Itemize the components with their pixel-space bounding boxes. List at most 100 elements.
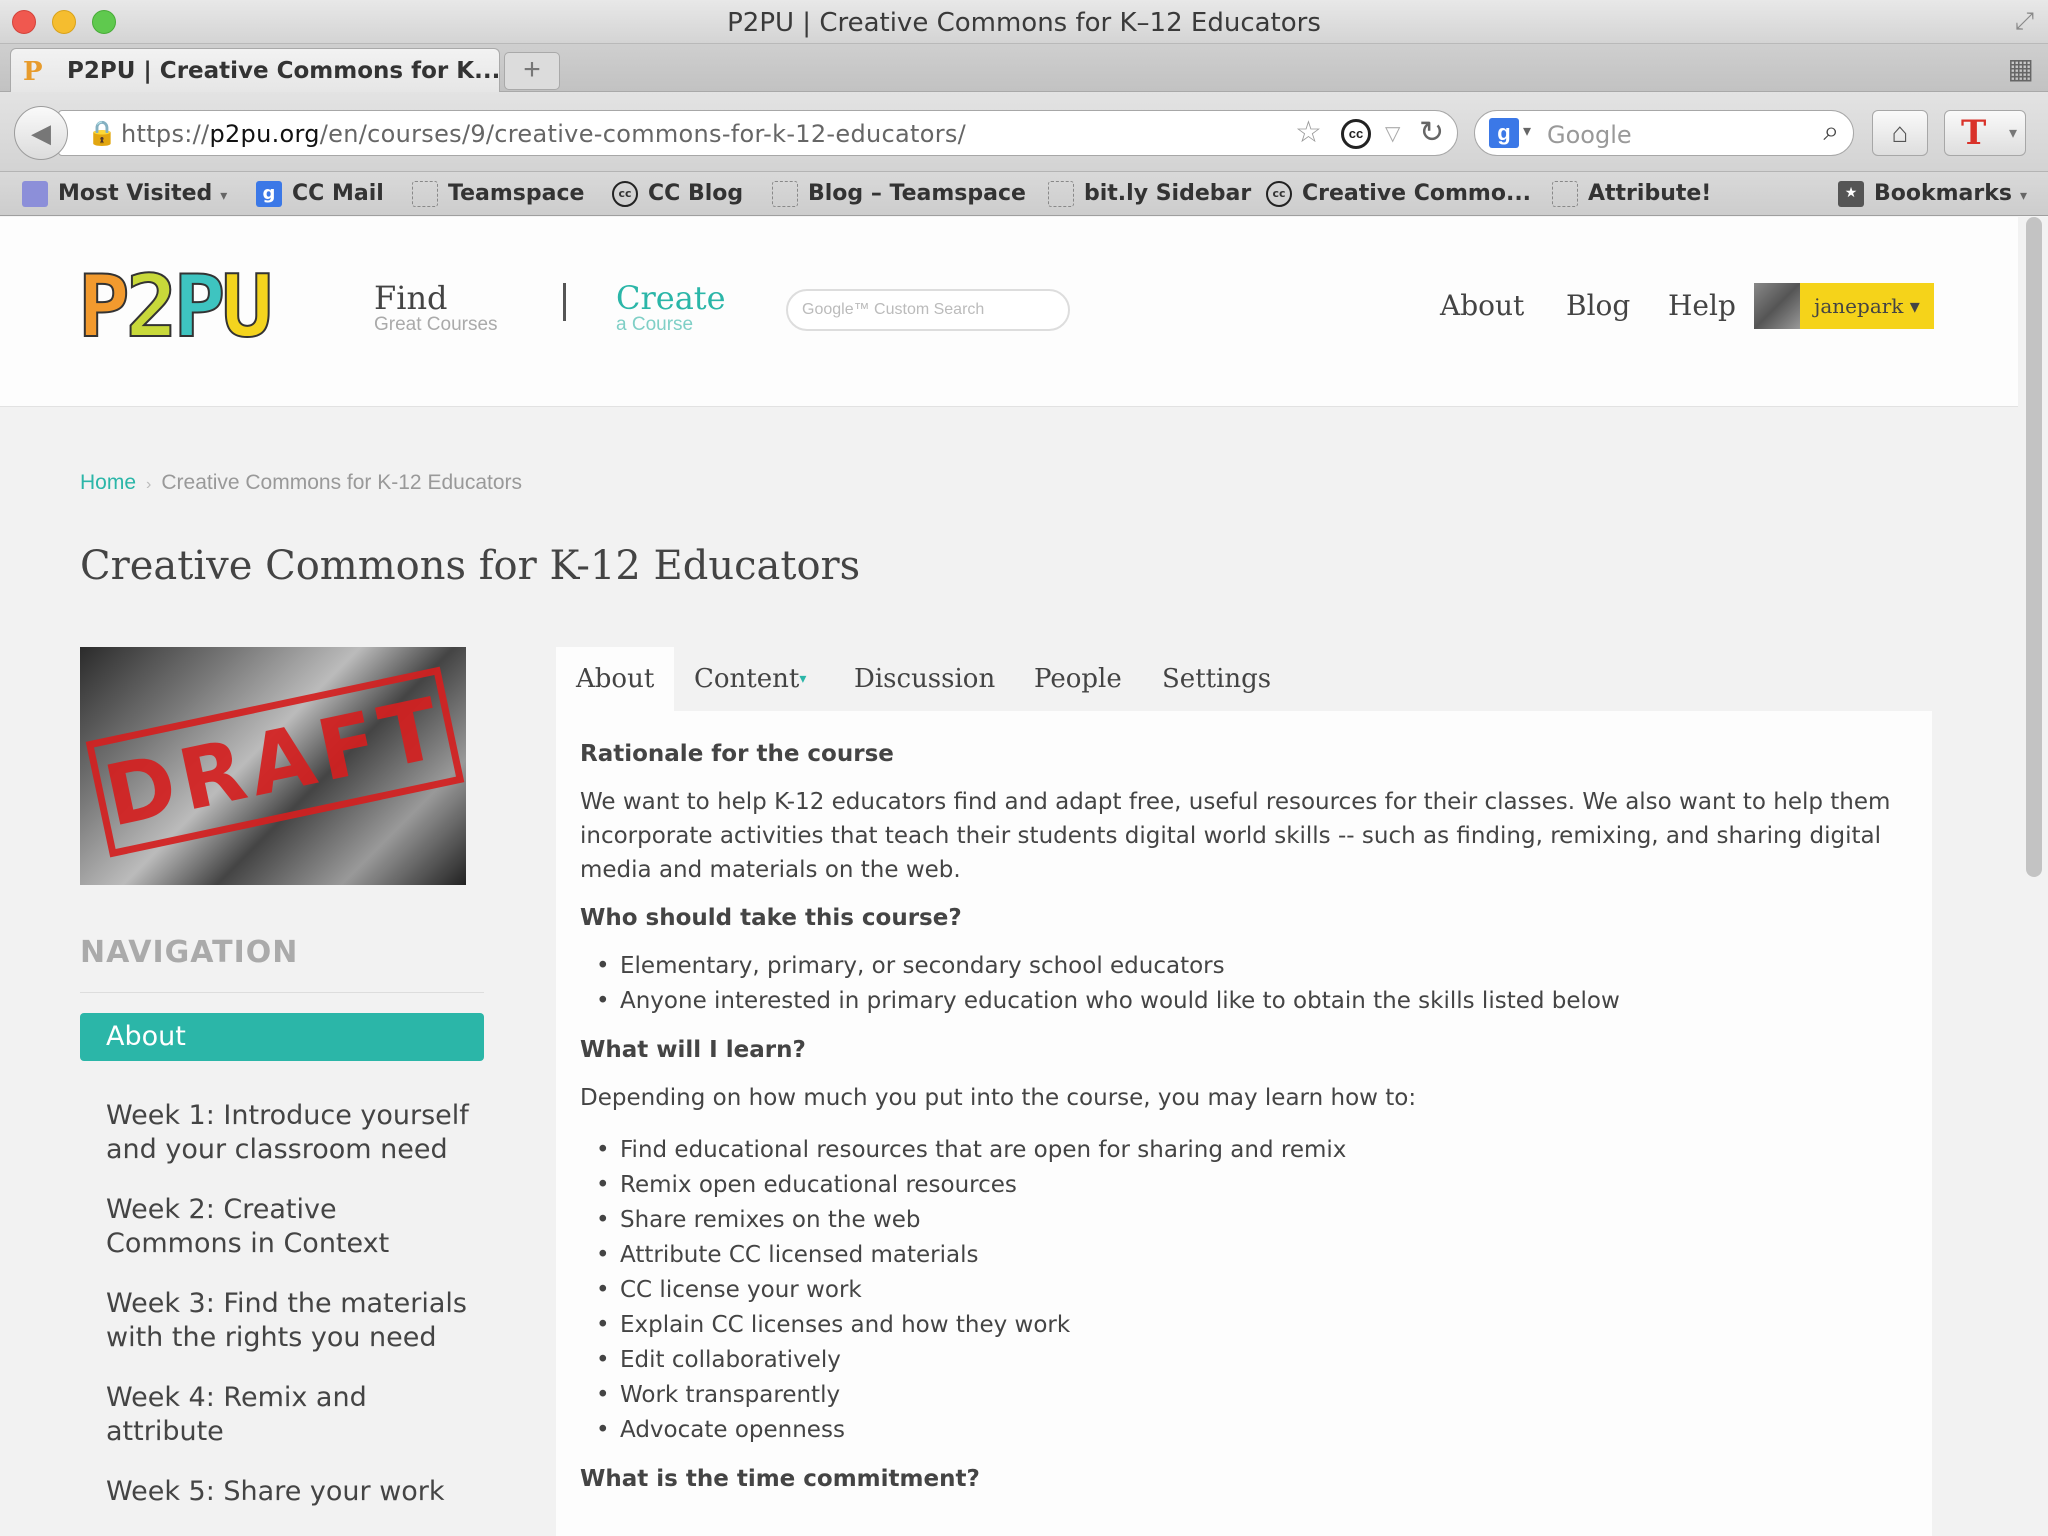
navigation-heading: NAVIGATION (80, 935, 299, 970)
list-item: CC license your work (580, 1273, 1910, 1308)
search-engine-dropdown-icon[interactable]: ▾ (1523, 121, 1531, 141)
back-button[interactable]: ◀ (14, 106, 68, 160)
url-dropdown-icon[interactable]: ▽ (1385, 121, 1400, 146)
browser-tab[interactable]: P P2PU | Creative Commons for K... (10, 48, 500, 92)
search-bar[interactable]: g ▾ Google ⌕ (1474, 110, 1854, 156)
window-titlebar: P2PU | Creative Commons for K–12 Educato… (0, 0, 2048, 44)
new-tab-button[interactable]: + (504, 52, 560, 90)
scrollbar-thumb[interactable] (2026, 217, 2042, 877)
breadcrumb-home[interactable]: Home (80, 471, 136, 494)
sidenav-item-week-5[interactable]: Week 5: Share your work (106, 1475, 476, 1509)
extension-dropdown-icon[interactable]: ▾ (2009, 123, 2017, 143)
rationale-paragraph: We want to help K-12 educators find and … (580, 789, 1891, 883)
page-title: Creative Commons for K-12 Educators (80, 543, 861, 589)
bookmark-attribute[interactable]: Attribute! (1552, 178, 1711, 210)
bookmarks-menu[interactable]: ★ Bookmarks ▾ (1838, 178, 2027, 210)
bookmarks-icon: ★ (1838, 181, 1864, 207)
window-title: P2PU | Creative Commons for K–12 Educato… (727, 8, 1321, 38)
bookmark-creative-commons[interactable]: cc Creative Commo... (1266, 178, 1531, 210)
list-item: Find educational resources that are open… (580, 1133, 1910, 1168)
bookmark-most-visited[interactable]: Most Visited ▾ (22, 178, 227, 210)
nav-find-courses[interactable]: Find Great Courses (374, 281, 498, 335)
list-item: Share remixes on the web (580, 1203, 1910, 1238)
learn-paragraph: Depending on how much you put into the c… (580, 1085, 1417, 1111)
navigation-toolbar: 🔒 https://p2pu.org/en/courses/9/creative… (0, 92, 2048, 172)
breadcrumb-separator: › (146, 476, 152, 493)
sidenav-item-week-4[interactable]: Week 4: Remix and attribute (106, 1381, 476, 1449)
reload-icon[interactable]: ↻ (1419, 115, 1444, 150)
web-page: P2PU Find Great Courses Create a Course … (0, 217, 2048, 1536)
nav-divider (563, 283, 566, 321)
page-icon (1552, 181, 1578, 207)
list-item: Work transparently (580, 1378, 1910, 1413)
search-placeholder: Google (1547, 121, 1632, 149)
p2pu-logo[interactable]: P2PU (77, 263, 274, 351)
breadcrumb-current: Creative Commons for K-12 Educators (161, 471, 522, 494)
bookmark-cc-mail[interactable]: g CC Mail (256, 178, 384, 210)
cc-icon: cc (612, 181, 638, 207)
list-item: Remix open educational resources (580, 1168, 1910, 1203)
bookmarks-bar: Most Visited ▾ g CC Mail Teamspace cc CC Bl… (0, 172, 2048, 216)
user-menu-button[interactable]: janepark ▾ (1800, 283, 1934, 329)
caret-down-icon: ▾ (799, 671, 807, 687)
search-icon[interactable]: ⌕ (1823, 115, 1839, 148)
sidenav-list: Week 1: Introduce yourself and your clas… (106, 1099, 476, 1535)
list-item: Edit collaboratively (580, 1343, 1910, 1378)
draft-stamp: DRAFT (85, 666, 465, 858)
audience-list: Elementary, primary, or secondary school… (580, 949, 1910, 1019)
fullscreen-icon[interactable]: ⤢ (2015, 8, 2034, 36)
course-tabs: About Content▾ Discussion People Setting… (556, 647, 1932, 711)
course-about-content: Rationale for the course We want to help… (580, 741, 1910, 1510)
mail-icon: g (256, 181, 282, 207)
nav-create-course[interactable]: Create a Course (616, 281, 726, 335)
site-search-input[interactable]: Google™ Custom Search (786, 289, 1070, 331)
cc-icon: cc (1266, 181, 1292, 207)
bookmark-blog-teamspace[interactable]: Blog – Teamspace (772, 178, 1026, 210)
tab-content[interactable]: Content▾ (694, 647, 806, 711)
google-search-engine-icon[interactable]: g (1489, 118, 1519, 148)
list-item: Elementary, primary, or secondary school… (580, 949, 1910, 984)
tab-about[interactable]: About (556, 647, 675, 711)
section-heading-learn: What will I learn? (580, 1037, 806, 1063)
page-scrollbar[interactable] (2022, 217, 2044, 1536)
bookmark-cc-blog[interactable]: cc CC Blog (612, 178, 743, 210)
tab-people[interactable]: People (1034, 647, 1122, 711)
chevron-down-icon: ▾ (2019, 188, 2028, 204)
url-text[interactable]: https://p2pu.org/en/courses/9/creative-c… (121, 120, 966, 148)
sidenav-item-week-3[interactable]: Week 3: Find the materials with the righ… (106, 1287, 476, 1355)
chevron-down-icon: ▾ (220, 188, 228, 204)
user-avatar[interactable] (1754, 283, 1800, 329)
skills-list: Find educational resources that are open… (580, 1133, 1910, 1448)
tab-settings[interactable]: Settings (1162, 647, 1271, 711)
course-about-panel: Rationale for the course We want to help… (556, 711, 1932, 1536)
tab-groups-icon[interactable]: ▦ (2008, 52, 2034, 85)
help-link[interactable]: Help (1668, 289, 1736, 322)
tab-discussion[interactable]: Discussion (854, 647, 995, 711)
bookmark-teamspace[interactable]: Teamspace (412, 178, 584, 210)
extension-button[interactable]: T ▾ (1944, 110, 2026, 156)
list-item: Explain CC licenses and how they work (580, 1308, 1910, 1343)
section-heading-time: What is the time commitment? (580, 1466, 980, 1492)
browser-tab-label: P2PU | Creative Commons for K... (67, 58, 501, 84)
blog-link[interactable]: Blog (1566, 289, 1630, 322)
list-item: Anyone interested in primary education w… (580, 984, 1910, 1019)
sidenav-item-about[interactable]: About (80, 1013, 484, 1061)
list-item: Advocate openness (580, 1413, 1910, 1448)
sidenav-item-week-2[interactable]: Week 2: Creative Commons in Context (106, 1193, 476, 1261)
site-header: P2PU Find Great Courses Create a Course … (0, 217, 2018, 407)
about-link[interactable]: About (1440, 289, 1524, 322)
course-image: DRAFT (80, 647, 466, 885)
home-button[interactable]: ⌂ (1872, 110, 1928, 156)
section-heading-rationale: Rationale for the course (580, 741, 894, 767)
breadcrumb: Home › Creative Commons for K-12 Educators (80, 471, 522, 495)
sidenav-item-week-1[interactable]: Week 1: Introduce yourself and your clas… (106, 1099, 476, 1167)
page-icon (1048, 181, 1074, 207)
url-bar[interactable]: 🔒 https://p2pu.org/en/courses/9/creative… (58, 110, 1458, 156)
navigation-divider (80, 992, 484, 993)
p2pu-favicon-icon: P (23, 57, 43, 87)
cc-extension-icon[interactable]: cc (1341, 119, 1371, 149)
list-item: Attribute CC licensed materials (580, 1238, 1910, 1273)
bookmark-bitly-sidebar[interactable]: bit.ly Sidebar (1048, 178, 1251, 210)
bookmark-star-icon[interactable]: ☆ (1295, 115, 1322, 150)
folder-icon (22, 181, 48, 207)
